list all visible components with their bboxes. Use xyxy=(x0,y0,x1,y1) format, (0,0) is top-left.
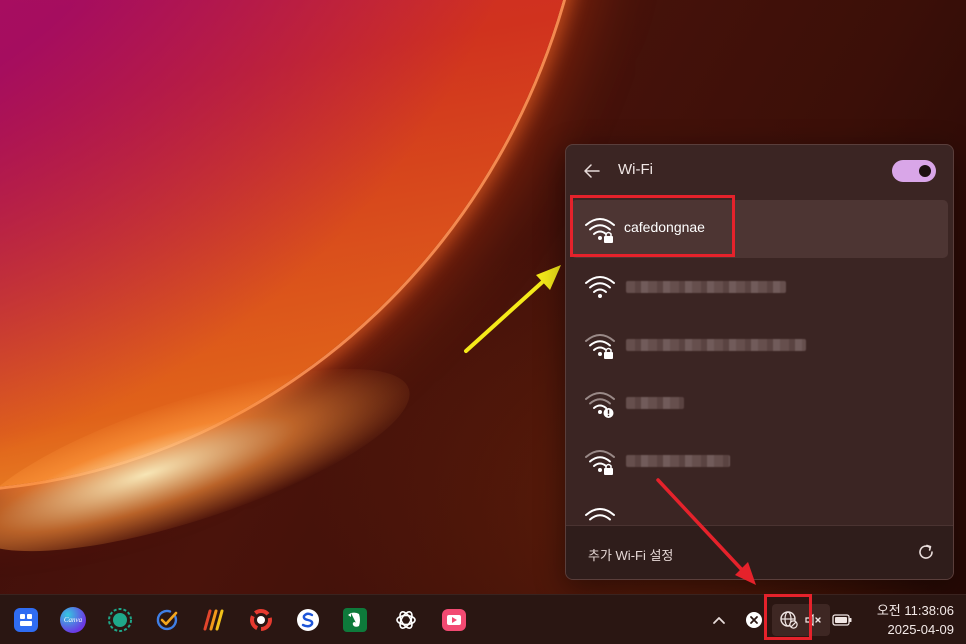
wifi-icon xyxy=(585,508,615,521)
chatgpt-app-icon[interactable] xyxy=(390,604,422,636)
x-circle-icon xyxy=(746,612,762,628)
taskbar-clock[interactable]: 오전 11:38:06 2025-04-09 xyxy=(862,601,954,639)
battery-icon xyxy=(832,614,852,626)
screen-recorder-app-icon[interactable] xyxy=(104,604,136,636)
back-arrow-icon xyxy=(584,164,600,178)
video-editor-app-icon[interactable] xyxy=(438,604,470,636)
network-item[interactable] xyxy=(571,490,948,525)
s-circle-app-icon[interactable] xyxy=(292,604,324,636)
network-name-blurred xyxy=(626,397,684,409)
network-name-blurred xyxy=(626,455,730,467)
evernote-app-icon[interactable] xyxy=(339,604,371,636)
toggle-knob xyxy=(919,165,931,177)
wifi-title: Wi-Fi xyxy=(618,161,653,178)
network-item[interactable] xyxy=(571,258,948,316)
chevron-up-icon xyxy=(713,617,725,624)
canva-app-icon[interactable]: Canva xyxy=(57,604,89,636)
network-name-blurred xyxy=(626,281,786,293)
wifi-secured-icon xyxy=(585,450,615,475)
refresh-button[interactable] xyxy=(914,540,938,564)
wifi-header: Wi-Fi xyxy=(566,145,953,197)
wifi-secured-icon xyxy=(585,334,615,359)
refresh-icon xyxy=(919,544,933,559)
stripes-app-icon[interactable] xyxy=(198,604,230,636)
red-highlight-network xyxy=(570,195,735,257)
tray-close-app-icon[interactable] xyxy=(742,607,766,633)
show-hidden-icons-button[interactable] xyxy=(708,607,730,633)
canva-logo-text: Canva xyxy=(63,616,83,624)
network-item[interactable] xyxy=(571,316,948,374)
battery-tray-button[interactable] xyxy=(830,607,854,633)
network-item[interactable] xyxy=(571,432,948,490)
wifi-warning-icon xyxy=(585,392,615,418)
wifi-icon xyxy=(585,276,615,298)
more-wifi-settings-link[interactable]: 추가 Wi-Fi 설정 xyxy=(588,545,673,564)
ring-app-icon[interactable] xyxy=(245,604,277,636)
wifi-footer: 추가 Wi-Fi 설정 xyxy=(566,525,953,579)
network-item[interactable] xyxy=(571,374,948,432)
network-name-blurred xyxy=(626,339,806,351)
clock-time: 오전 11:38:06 xyxy=(876,603,954,618)
task-checker-app-icon[interactable] xyxy=(151,604,183,636)
widgets-app-icon[interactable] xyxy=(10,604,42,636)
clock-date: 2025-04-09 xyxy=(887,622,955,637)
wifi-toggle[interactable] xyxy=(892,160,936,182)
red-highlight-network-icon xyxy=(764,594,812,640)
back-button[interactable] xyxy=(580,159,604,183)
taskbar: Canva 오전 11:38:06 2025-04-09 xyxy=(0,594,966,644)
